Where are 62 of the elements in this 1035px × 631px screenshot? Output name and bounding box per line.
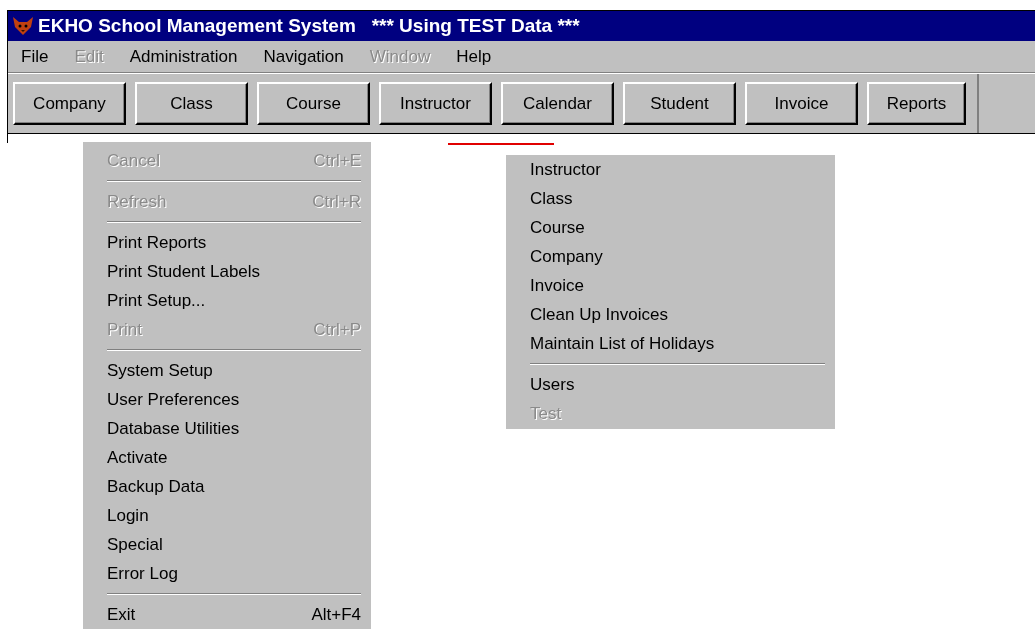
menu-item-label: Exit — [107, 603, 136, 626]
menu-item[interactable]: Instructor — [530, 155, 825, 184]
menu-item[interactable]: Error Log — [107, 559, 361, 588]
menu-item[interactable]: Database Utilities — [107, 414, 361, 443]
menu-item[interactable]: System Setup — [107, 356, 361, 385]
menu-item-label: Invoice — [530, 274, 584, 297]
menu-item-label: Print Setup... — [107, 289, 206, 312]
menu-item-label: Print — [107, 318, 142, 341]
menu-item-label: Users — [530, 373, 575, 396]
menu-bar-item[interactable]: File — [8, 43, 62, 70]
fox-logo-icon — [12, 16, 34, 36]
menu-item[interactable]: Company — [530, 242, 825, 271]
toolbar-button[interactable]: Student — [623, 82, 736, 125]
menu-item-label: Instructor — [530, 158, 601, 181]
toolbar-button[interactable]: Class — [135, 82, 248, 125]
menu-item[interactable]: Print Setup... — [107, 286, 361, 315]
menu-item[interactable]: Special — [107, 530, 361, 559]
menu-item-label: Maintain List of Holidays — [530, 332, 715, 355]
menu-item-label: Print Student Labels — [107, 260, 261, 283]
menu-item-label: Activate — [107, 446, 168, 469]
menu-item[interactable]: Invoice — [530, 271, 825, 300]
menu-item[interactable]: Class — [530, 184, 825, 213]
menu-item-label: System Setup — [107, 359, 213, 382]
toolbar-button[interactable]: Course — [257, 82, 370, 125]
menu-item-label: Class — [530, 187, 573, 210]
menu-bar-item[interactable]: Administration — [116, 43, 251, 70]
menu-bar-item[interactable]: Help — [443, 43, 505, 70]
menu-item[interactable]: Backup Data — [107, 472, 361, 501]
menu-item[interactable]: Print Student Labels — [107, 257, 361, 286]
menu-item[interactable]: User Preferences — [107, 385, 361, 414]
menu-item-label: Login — [107, 504, 149, 527]
menu-item-label: User Preferences — [107, 388, 240, 411]
toolbar-button[interactable]: Instructor — [379, 82, 492, 125]
menu-item[interactable]: Login — [107, 501, 361, 530]
menu-item[interactable]: Clean Up Invoices — [530, 300, 825, 329]
menu-item-label: Company — [530, 245, 603, 268]
toolbar-button[interactable]: Reports — [867, 82, 966, 125]
toolbar-button[interactable]: Invoice — [745, 82, 858, 125]
menu-item-label: Clean Up Invoices — [530, 303, 668, 326]
menu-bar-item[interactable]: Navigation — [250, 43, 357, 70]
menu-item-label: Refresh — [107, 190, 167, 213]
menu-item-label: Print Reports — [107, 231, 207, 254]
toolbar-button[interactable]: Calendar — [501, 82, 614, 125]
menu-item[interactable]: Maintain List of Holidays — [530, 329, 825, 358]
menu-item[interactable]: Course — [530, 213, 825, 242]
shortcut-label: Alt+F4 — [311, 603, 361, 626]
menu-item[interactable]: Print Reports — [107, 228, 361, 257]
menu-item-label: Cancel — [107, 149, 160, 172]
menu-item-label: Test — [530, 402, 562, 425]
shortcut-label: Ctrl+P — [313, 318, 361, 341]
menu-item[interactable]: Users — [530, 370, 825, 399]
window-title: EKHO School Management System *** Using TEST Data *** — [38, 13, 580, 38]
toolbar-button[interactable]: Company — [13, 82, 126, 125]
menu-item-label: Database Utilities — [107, 417, 240, 440]
shortcut-label: Ctrl+R — [312, 190, 361, 213]
menu-item[interactable]: Activate — [107, 443, 361, 472]
menu-item-label: Course — [530, 216, 585, 239]
menu-item-label: Error Log — [107, 562, 178, 585]
menu-item-label: Special — [107, 533, 163, 556]
menu-item[interactable]: Exit Alt+F4 — [107, 600, 361, 629]
menu-item-label: Backup Data — [107, 475, 205, 498]
shortcut-label: Ctrl+E — [313, 149, 361, 172]
